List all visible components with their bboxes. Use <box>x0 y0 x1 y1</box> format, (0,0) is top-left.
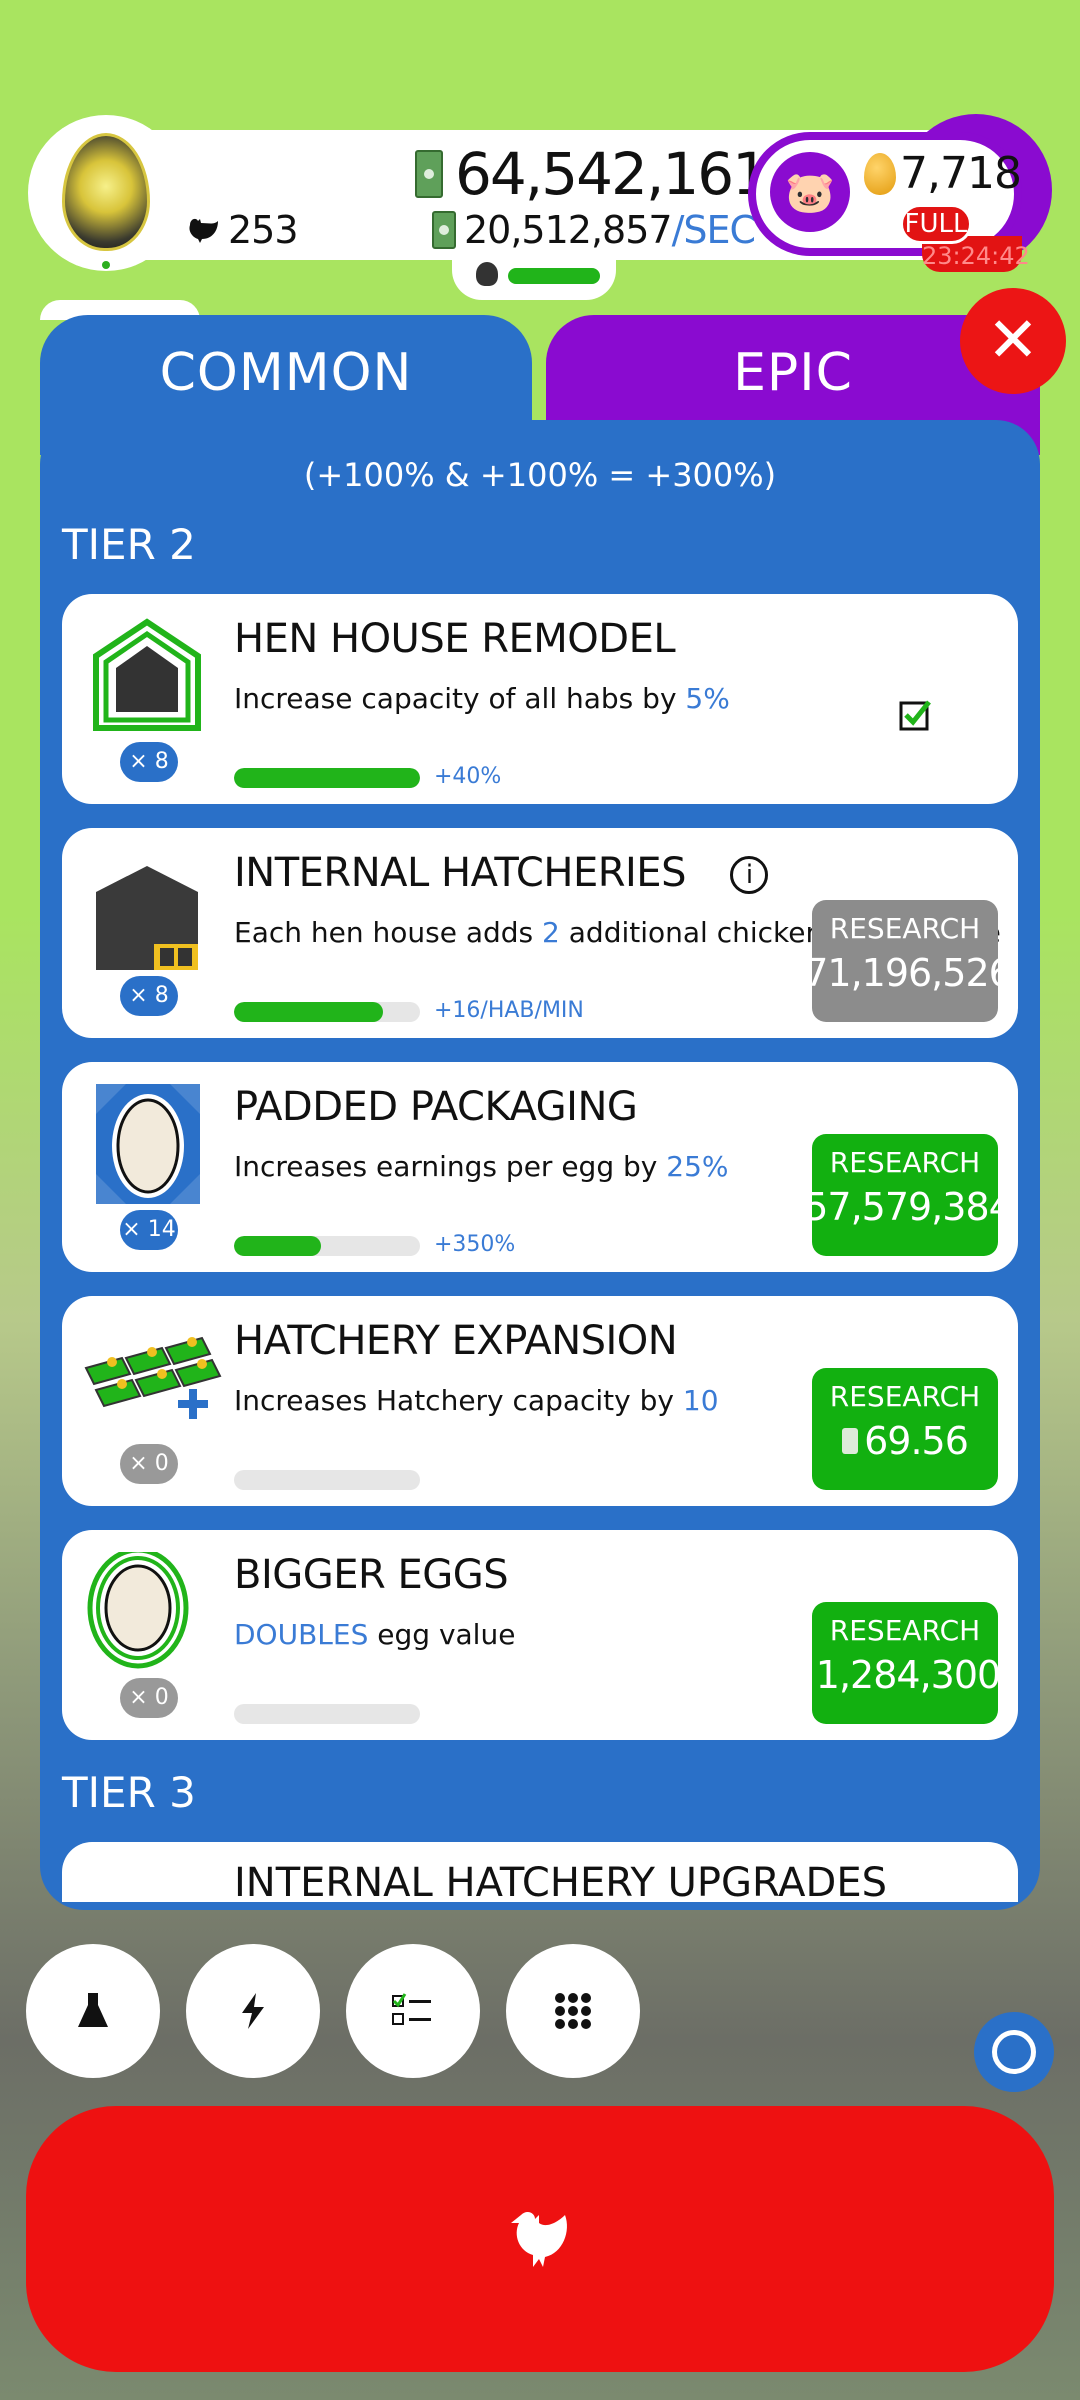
tier-3-label: TIER 3 <box>62 1768 196 1817</box>
tier-2-label: TIER 2 <box>62 520 196 569</box>
research-level: × 8 <box>120 976 178 1016</box>
hatch-chicken-button[interactable] <box>26 2106 1054 2372</box>
research-progress-bar <box>234 768 420 788</box>
research-name: HATCHERY EXPANSION <box>234 1318 678 1364</box>
golden-eggs-value: 7,718 <box>900 148 1022 199</box>
research-button[interactable]: RESEARCH 69.56 <box>812 1368 998 1490</box>
chicken-count: 253 <box>186 208 299 252</box>
chicken-icon <box>511 2212 567 2267</box>
research-progress-bar <box>234 1470 420 1490</box>
research-level: × 0 <box>120 1678 178 1718</box>
research-description: Increases Hatchery capacity by 10 <box>234 1384 719 1417</box>
piggy-bank-icon: 🐷 <box>785 169 835 216</box>
research-card-hatchery-expansion: × 0 HATCHERY EXPANSION Increases Hatcher… <box>62 1296 1018 1506</box>
hatchery-expansion-icon <box>82 1318 222 1438</box>
research-progress-bar <box>234 1704 420 1724</box>
research-name: HEN HOUSE REMODEL <box>234 616 676 662</box>
money-rate: 20,512,857/SEC <box>432 208 756 252</box>
hatch-progress-pill <box>452 252 616 300</box>
research-card-hen-house-remodel: × 8 HEN HOUSE REMODEL Increase capacity … <box>62 594 1018 804</box>
research-card-padded-packaging: × 14 PADDED PACKAGING Increases earnings… <box>62 1062 1018 1272</box>
research-description: DOUBLES egg value <box>234 1618 516 1651</box>
golden-eggs-count: 7,718 <box>864 148 1022 199</box>
status-dot <box>102 261 110 269</box>
circle-button[interactable] <box>974 2012 1054 2092</box>
egg-icon <box>62 133 150 251</box>
checklist-icon <box>392 1993 431 2025</box>
bonus-summary: (+100% & +100% = +300%) <box>303 456 777 494</box>
golden-egg-icon <box>864 152 896 195</box>
chicken-count-value: 253 <box>228 208 299 252</box>
research-description: Increases earnings per egg by 25% <box>234 1150 729 1183</box>
full-badge: FULL <box>900 204 972 244</box>
research-bonus-label: +16/HAB/MIN <box>434 998 584 1023</box>
grid-icon <box>555 1993 591 2029</box>
menu-grid-button[interactable] <box>506 1944 640 2078</box>
research-card-internal-hatcheries: × 8 INTERNAL HATCHERIES i Each hen house… <box>62 828 1018 1038</box>
money-rate-value: 20,512,857/SEC <box>464 208 756 252</box>
research-card-bigger-eggs: × 0 BIGGER EGGS DOUBLES egg value RESEAR… <box>62 1530 1018 1740</box>
piggy-bank-button[interactable]: 🐷 <box>770 152 850 232</box>
research-level: × 8 <box>120 742 178 782</box>
hatch-progress-bar <box>508 268 600 284</box>
cash-icon <box>432 211 456 249</box>
hatchery-house-icon <box>82 850 212 974</box>
research-name: INTERNAL HATCHERIES i <box>234 850 769 896</box>
big-egg-icon <box>82 1547 212 1672</box>
research-bonus-label: +350% <box>434 1232 516 1257</box>
chicken-icon <box>189 218 218 243</box>
research-flask-button[interactable] <box>26 1944 160 2078</box>
money-total: 64,542,161 <box>415 140 769 208</box>
research-card-partial: INTERNAL HATCHERY UPGRADES <box>62 1842 1018 1902</box>
close-button[interactable]: ✕ <box>960 288 1066 394</box>
boosts-button[interactable] <box>186 1944 320 2078</box>
hen-house-icon <box>82 616 212 736</box>
research-button[interactable]: RESEARCH 1,284,300 <box>812 1602 1001 1724</box>
research-progress-bar <box>234 1002 420 1022</box>
completed-check-icon <box>898 698 932 736</box>
chick-icon <box>476 262 498 286</box>
missions-button[interactable] <box>346 1944 480 2078</box>
money-total-value: 64,542,161 <box>455 140 769 208</box>
research-button[interactable]: RESEARCH 57,579,384 <box>804 1134 1013 1256</box>
tab-common[interactable]: COMMON <box>40 315 532 455</box>
lightning-icon <box>242 1993 264 2029</box>
research-name: INTERNAL HATCHERY UPGRADES <box>234 1860 887 1902</box>
research-name: PADDED PACKAGING <box>234 1084 638 1130</box>
cash-icon <box>415 150 443 198</box>
info-icon[interactable]: i <box>730 856 769 894</box>
tab-common-label: COMMON <box>159 343 413 403</box>
research-level: × 0 <box>120 1444 178 1484</box>
flask-icon <box>78 1993 108 2027</box>
cash-icon <box>842 1428 859 1454</box>
padded-egg-icon <box>82 1084 212 1204</box>
research-bonus-label: +40% <box>434 764 502 789</box>
research-description: Increase capacity of all habs by 5% <box>234 682 730 715</box>
research-level: × 14 <box>120 1210 178 1250</box>
research-name: BIGGER EGGS <box>234 1552 509 1598</box>
current-egg-avatar[interactable] <box>28 115 184 271</box>
research-button-disabled[interactable]: RESEARCH 71,196,526 <box>804 900 1013 1022</box>
research-progress-bar <box>234 1236 420 1256</box>
